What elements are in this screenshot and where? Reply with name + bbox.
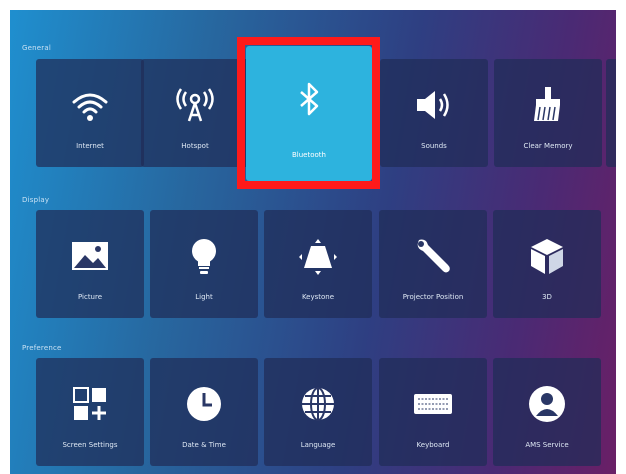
hotspot-icon (175, 85, 215, 125)
tile-label: Picture (77, 293, 103, 301)
screen-settings-icon (70, 384, 110, 424)
tile-label: Screen Settings (62, 441, 118, 449)
tile-keystone[interactable]: Keystone (264, 210, 372, 318)
tile-projector-position[interactable]: Projector Position (379, 210, 487, 318)
tile-label: AMS Service (525, 441, 569, 449)
tile-label: Projector Position (402, 293, 464, 301)
cube-icon (527, 236, 567, 276)
tile-hotspot[interactable]: Hotspot (141, 59, 249, 167)
tile-label: Date & Time (182, 441, 226, 449)
tile-label: Clear Memory (523, 142, 573, 150)
tile-light[interactable]: Light (150, 210, 258, 318)
tile-label: Hotspot (181, 142, 209, 150)
section-label-general: General (22, 44, 51, 52)
tile-label: Keystone (301, 293, 335, 301)
section-label-preference: Preference (22, 344, 62, 352)
picture-icon (70, 236, 110, 276)
speaker-icon (414, 85, 454, 125)
tile-label: Light (195, 293, 213, 301)
tile-label: Keyboard (416, 441, 450, 449)
wifi-icon (70, 85, 110, 125)
selection-highlight (237, 37, 380, 189)
tile-3d[interactable]: 3D (493, 210, 601, 318)
tile-internet[interactable]: Internet (36, 59, 144, 167)
tile-ams-service[interactable]: AMS Service (493, 358, 601, 466)
globe-icon (298, 384, 338, 424)
section-label-display: Display (22, 196, 50, 204)
tile-clear-memory[interactable]: Clear Memory (494, 59, 602, 167)
tile-sounds[interactable]: Sounds (380, 59, 488, 167)
tile-language[interactable]: Language (264, 358, 372, 466)
tile-label: Internet (76, 142, 104, 150)
broom-icon (528, 85, 568, 125)
tile-picture[interactable]: Picture (36, 210, 144, 318)
tile-keyboard[interactable]: Keyboard (379, 358, 487, 466)
clock-icon (184, 384, 224, 424)
keystone-icon (298, 236, 338, 276)
settings-screen: General Internet Hotspot Bluetooth Sound… (10, 10, 616, 474)
wrench-icon (413, 236, 453, 276)
lightbulb-icon (184, 236, 224, 276)
tile-date-time[interactable]: Date & Time (150, 358, 258, 466)
tile-label: 3D (542, 293, 552, 301)
tile-label: Language (300, 441, 336, 449)
keyboard-icon (413, 384, 453, 424)
tile-label: Sounds (421, 142, 447, 150)
tile-screen-settings[interactable]: Screen Settings (36, 358, 144, 466)
user-icon (527, 384, 567, 424)
tile-partial[interactable] (606, 59, 616, 167)
